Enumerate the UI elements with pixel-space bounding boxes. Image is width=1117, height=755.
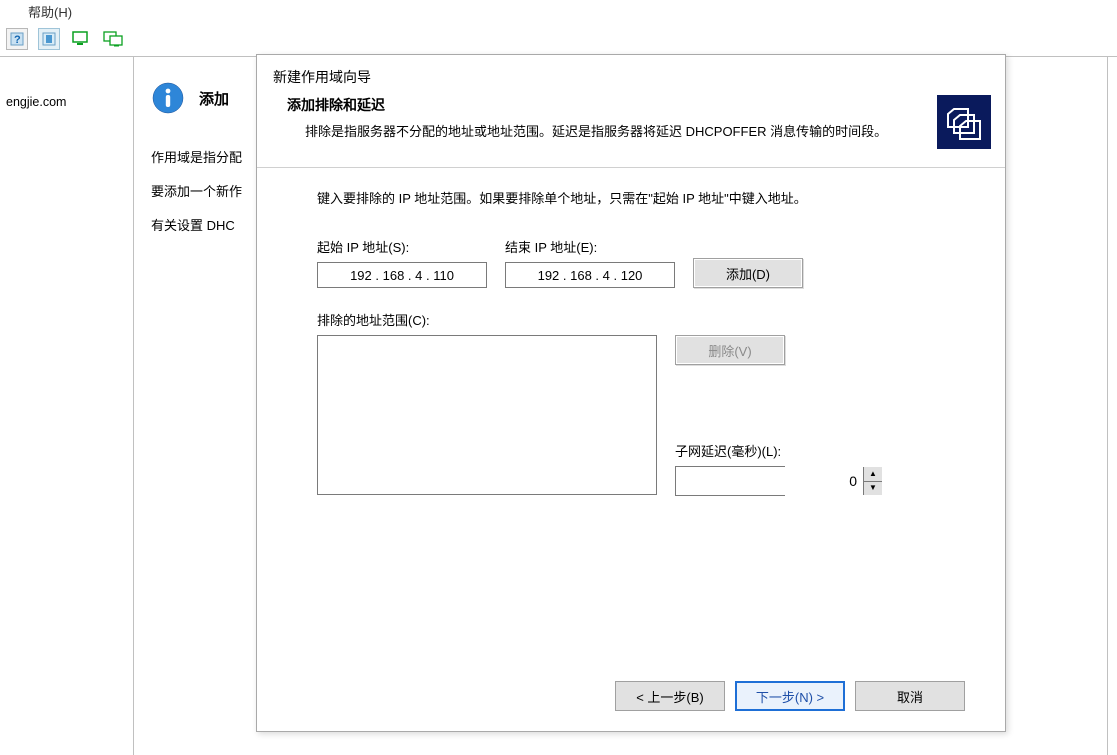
add-button[interactable]: 添加(D) xyxy=(693,258,803,288)
menu-help[interactable]: 帮助(H) xyxy=(24,0,76,23)
subnet-delay-label: 子网延迟(毫秒)(L): xyxy=(675,441,785,460)
page-heading: 添加 xyxy=(199,81,229,109)
next-button[interactable]: 下一步(N) > xyxy=(735,681,845,711)
exclusion-listbox[interactable] xyxy=(317,335,657,495)
delete-button[interactable]: 删除(V) xyxy=(675,335,785,365)
start-ip-label: 起始 IP 地址(S): xyxy=(317,237,487,256)
spin-down-button[interactable]: ▼ xyxy=(864,482,882,496)
toolbar: ? xyxy=(0,22,124,56)
subnet-delay-spinner[interactable]: ▲ ▼ xyxy=(675,466,785,496)
instruction-text: 键入要排除的 IP 地址范围。如果要排除单个地址，只需在"起始 IP 地址"中键… xyxy=(317,188,957,207)
start-ip-input[interactable]: 192 . 168 . 4 . 110 xyxy=(317,262,487,288)
info-icon xyxy=(151,81,185,115)
vertical-separator xyxy=(1107,56,1117,755)
new-scope-wizard-dialog: 新建作用域向导 添加排除和延迟 排除是指服务器不分配的地址或地址范围。延迟是指服… xyxy=(256,54,1006,732)
dialog-title: 新建作用域向导 xyxy=(257,55,1005,95)
dialog-header-title: 添加排除和延迟 xyxy=(287,95,927,115)
help-button[interactable]: ? xyxy=(6,28,28,50)
back-button[interactable]: < 上一步(B) xyxy=(615,681,725,711)
exclusion-list-label: 排除的地址范围(C): xyxy=(317,310,957,329)
end-ip-input[interactable]: 192 . 168 . 4 . 120 xyxy=(505,262,675,288)
end-ip-label: 结束 IP 地址(E): xyxy=(505,237,675,256)
spin-up-button[interactable]: ▲ xyxy=(864,467,882,482)
cancel-button[interactable]: 取消 xyxy=(855,681,965,711)
nav-tree: engjie.com xyxy=(0,57,134,755)
svg-text:?: ? xyxy=(14,34,21,46)
folders-icon xyxy=(937,95,991,149)
dialog-header-desc: 排除是指服务器不分配的地址或地址范围。延迟是指服务器将延迟 DHCPOFFER … xyxy=(287,121,927,143)
screen2-icon[interactable] xyxy=(102,28,124,50)
subnet-delay-input[interactable] xyxy=(676,467,863,495)
tree-item-domain[interactable]: engjie.com xyxy=(6,95,133,109)
properties-button[interactable] xyxy=(38,28,60,50)
screen1-icon[interactable] xyxy=(70,28,92,50)
